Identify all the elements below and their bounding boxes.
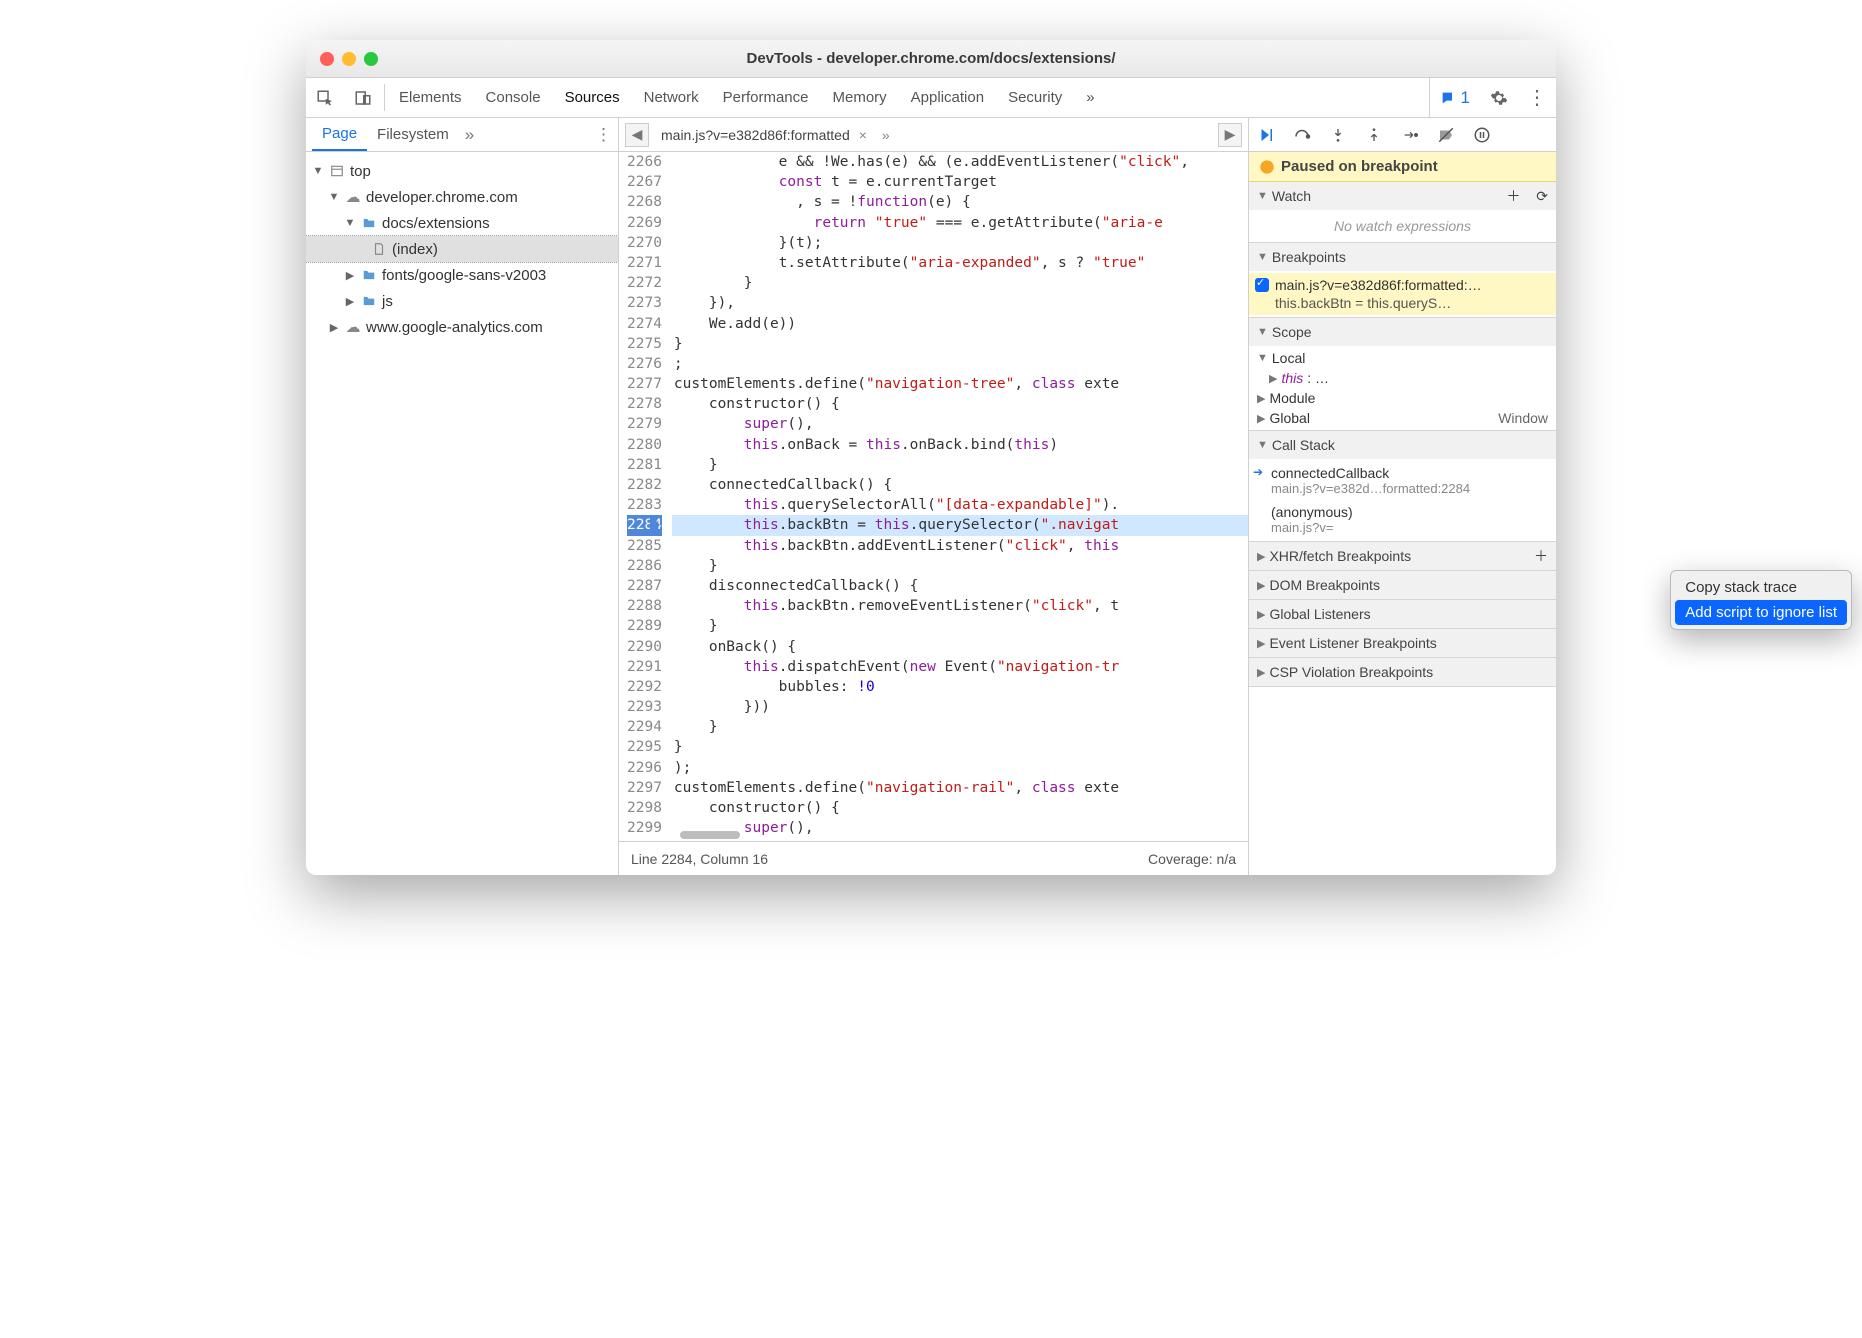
tree-host-ga[interactable]: ▶☁www.google-analytics.com [306, 314, 618, 340]
tree-folder-docs[interactable]: ▼docs/extensions [306, 210, 618, 236]
watch-section-header[interactable]: ▼Watch＋ ⟳ [1249, 182, 1556, 210]
main-tabs: Elements Console Sources Network Perform… [306, 78, 1556, 118]
tab-memory[interactable]: Memory [821, 78, 899, 117]
debugger-toolbar [1249, 118, 1556, 152]
pause-exceptions-icon[interactable] [1471, 124, 1493, 146]
breakpoints-section-header[interactable]: ▼Breakpoints [1249, 243, 1556, 271]
tree-file-index[interactable]: (index) [306, 236, 618, 262]
tree-folder-js[interactable]: ▶js [306, 288, 618, 314]
tab-network[interactable]: Network [632, 78, 711, 117]
issues-count: 1 [1461, 88, 1470, 108]
code-editor[interactable]: 2266226722682269227022712272227322742275… [619, 152, 1248, 841]
subtabs-overflow-icon[interactable]: » [459, 118, 480, 151]
callstack-section-header[interactable]: ▼Call Stack [1249, 431, 1556, 459]
step-into-icon[interactable] [1327, 124, 1349, 146]
deactivate-breakpoints-icon[interactable] [1435, 124, 1457, 146]
close-file-tab-icon[interactable]: × [856, 127, 870, 143]
file-nav-back-icon[interactable]: ◀ [625, 123, 649, 147]
step-out-icon[interactable] [1363, 124, 1385, 146]
issues-button[interactable]: 1 [1429, 78, 1480, 117]
file-tabs-overflow-icon[interactable]: » [882, 127, 890, 143]
add-xhr-bp-icon[interactable]: ＋ [1534, 546, 1548, 566]
inspect-element-icon[interactable] [306, 78, 344, 117]
callstack-frame[interactable]: connectedCallback main.js?v=e382d…format… [1249, 461, 1556, 500]
tree-folder-fonts[interactable]: ▶fonts/google-sans-v2003 [306, 262, 618, 288]
tree-host[interactable]: ▼☁developer.chrome.com [306, 184, 618, 210]
tree-frame-top[interactable]: ▼top [306, 158, 618, 184]
file-tab-name: main.js?v=e382d86f:formatted [661, 127, 850, 143]
file-tree-more-icon[interactable]: ⋮ [589, 118, 618, 151]
csp-bp-section-header[interactable]: ▶CSP Violation Breakpoints [1249, 658, 1556, 686]
resume-icon[interactable] [1255, 124, 1277, 146]
event-listener-bp-section-header[interactable]: ▶Event Listener Breakpoints [1249, 629, 1556, 657]
tab-application[interactable]: Application [899, 78, 996, 117]
global-listeners-section-header[interactable]: ▶Global Listeners [1249, 600, 1556, 628]
tab-sources[interactable]: Sources [553, 78, 632, 117]
watch-empty-text: No watch expressions [1249, 212, 1556, 240]
paused-banner: Paused on breakpoint [1249, 152, 1556, 182]
dom-bp-section-header[interactable]: ▶DOM Breakpoints [1249, 571, 1556, 599]
subtab-filesystem[interactable]: Filesystem [367, 118, 459, 151]
xhr-section-header[interactable]: ▶XHR/fetch Breakpoints＋ [1249, 542, 1556, 570]
tab-security[interactable]: Security [996, 78, 1074, 117]
scope-section-header[interactable]: ▼Scope [1249, 318, 1556, 346]
breakpoint-item[interactable]: main.js?v=e382d86f:formatted:… this.back… [1249, 273, 1556, 315]
callstack-frame[interactable]: (anonymous) main.js?v= [1249, 500, 1556, 539]
settings-icon[interactable] [1480, 78, 1518, 117]
file-nav-fwd-icon[interactable]: ▶ [1218, 123, 1242, 147]
step-over-icon[interactable] [1291, 124, 1313, 146]
horizontal-scrollbar[interactable] [680, 831, 740, 839]
window-title: DevTools - developer.chrome.com/docs/ext… [306, 50, 1556, 67]
add-watch-icon[interactable]: ＋ [1506, 186, 1520, 206]
tab-console[interactable]: Console [474, 78, 553, 117]
scope-this[interactable]: ▶this: … [1249, 368, 1556, 388]
coverage-status: Coverage: n/a [1148, 851, 1236, 867]
breakpoint-checkbox[interactable] [1255, 278, 1269, 292]
scope-module[interactable]: ▶Module [1249, 388, 1556, 408]
more-icon[interactable]: ⋮ [1518, 78, 1556, 117]
cursor-position: Line 2284, Column 16 [631, 851, 768, 867]
file-tree: ▼top ▼☁developer.chrome.com ▼docs/extens… [306, 152, 618, 875]
tab-performance[interactable]: Performance [711, 78, 821, 117]
subtab-page[interactable]: Page [312, 118, 367, 151]
step-icon[interactable] [1399, 124, 1421, 146]
tab-elements[interactable]: Elements [387, 78, 474, 117]
scope-global[interactable]: ▶GlobalWindow [1249, 408, 1556, 428]
titlebar: DevTools - developer.chrome.com/docs/ext… [306, 40, 1556, 78]
file-tab[interactable]: main.js?v=e382d86f:formatted × [657, 127, 874, 143]
tabs-overflow-icon[interactable]: » [1074, 78, 1106, 117]
refresh-watch-icon[interactable]: ⟳ [1536, 188, 1548, 205]
scope-local[interactable]: ▼Local [1249, 348, 1556, 368]
device-toolbar-icon[interactable] [344, 78, 382, 117]
